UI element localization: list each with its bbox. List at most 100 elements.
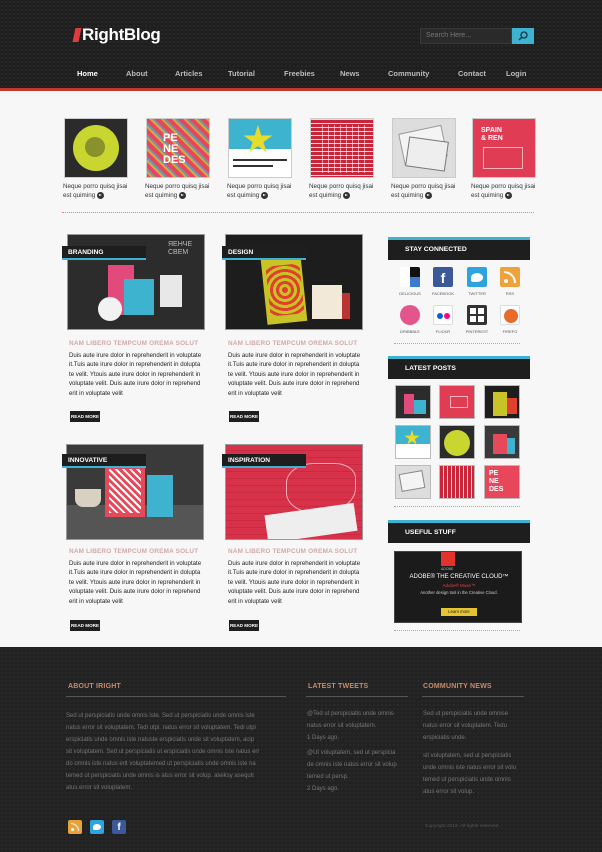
logo[interactable]: RightBlog [72, 24, 161, 46]
section-divider [62, 212, 534, 214]
pinterest-icon[interactable] [467, 305, 487, 325]
footer-about-text: Sed ut perspiciatis unde omnis iste. Sed… [66, 713, 260, 791]
sidebar-divider [394, 506, 520, 507]
adobe-logo: ADOBE [441, 567, 454, 571]
post-excerpt: Duis aute irure dolor in reprehenderit i… [69, 560, 202, 605]
latest-post-thumb[interactable] [484, 385, 520, 419]
search-button[interactable] [512, 28, 534, 44]
nav-contact[interactable]: Contact [458, 69, 486, 78]
rss-icon[interactable] [500, 267, 520, 287]
logo-text: RightBlog [82, 25, 161, 44]
featured-thumb[interactable]: PE NE DES [146, 118, 210, 178]
latest-post-thumb[interactable] [395, 465, 431, 499]
read-more-button[interactable]: READ MORE [229, 411, 259, 422]
footer-divider [422, 696, 524, 697]
social-label: TWITTER [468, 291, 486, 296]
post-category-label: BRANDING [62, 246, 146, 260]
community-news-item: sit voluptatem, sed ut perspiciatis unde… [423, 753, 517, 795]
dribbble-icon[interactable] [400, 305, 420, 325]
sidebar-divider [394, 630, 520, 631]
post-excerpt: Duis aute irure dolor in reprehenderit i… [228, 560, 361, 605]
post-category-label: INSPIRATION [222, 454, 306, 468]
arrow-icon[interactable] [179, 191, 187, 199]
post-title[interactable]: NAM LIBERO TEMPCUM OREMA SOLUT [69, 340, 198, 347]
featured-thumb[interactable] [228, 118, 292, 178]
footer-divider [306, 696, 408, 697]
social-label: PINTEREST [465, 329, 489, 334]
post-category-label: INNOVATIVE [62, 454, 146, 468]
latest-post-thumb[interactable] [395, 385, 431, 419]
learn-more-button[interactable]: Learn more [441, 608, 477, 616]
twitter-icon[interactable] [467, 267, 487, 287]
social-label: FLICKR [435, 329, 451, 334]
search-icon [518, 31, 528, 41]
featured-caption[interactable]: Neque porro quisq jisai est quiming [63, 182, 133, 200]
main-nav: Home About Articles Tutorial Freebies Ne… [62, 69, 542, 85]
nav-about[interactable]: About [126, 69, 148, 78]
arrow-icon[interactable] [261, 191, 269, 199]
site-header: RightBlog Search Here... Home About Arti… [0, 0, 602, 91]
social-label: RSS [505, 291, 515, 296]
tweet-item: @Ut voluptatem, sed ut perspicia de omni… [307, 750, 397, 792]
flickr-icon[interactable] [433, 305, 453, 325]
post-title[interactable]: NAM LIBERO TEMPCUM OREMA SOLUT [228, 340, 357, 347]
latest-post-thumb[interactable] [484, 425, 520, 459]
featured-caption[interactable]: Neque porro quisq jisai est quiming [145, 182, 215, 200]
arrow-icon[interactable] [343, 191, 351, 199]
post-excerpt: Duis aute irure dolor in reprehenderit i… [69, 352, 202, 397]
nav-community[interactable]: Community [388, 69, 429, 78]
latest-post-thumb[interactable] [439, 425, 475, 459]
social-label: DRIBBBLE [400, 329, 420, 334]
featured-caption[interactable]: Neque porro quisq jisai est quiming [471, 182, 541, 200]
nav-articles[interactable]: Articles [175, 69, 203, 78]
featured-caption[interactable]: Neque porro quisq jisai est quiming [391, 182, 461, 200]
latest-post-thumb[interactable] [439, 465, 475, 499]
post-excerpt: Duis aute irure dolor in reprehenderit i… [228, 352, 361, 397]
nav-freebies[interactable]: Freebies [284, 69, 315, 78]
featured-thumb[interactable]: SPAIN & REN [472, 118, 536, 178]
twitter-icon[interactable] [90, 820, 104, 834]
community-news-item: Sed ut perspiciatis unde omnise natus er… [423, 711, 509, 741]
post-title[interactable]: NAM LIBERO TEMPCUM OREMA SOLUT [228, 548, 357, 555]
post-title[interactable]: NAM LIBERO TEMPCUM OREMA SOLUT [69, 548, 198, 555]
featured-caption[interactable]: Neque porro quisq jisai est quiming [227, 182, 297, 200]
post-category-label: DESIGN [222, 246, 306, 260]
read-more-button[interactable]: READ MORE [229, 620, 259, 631]
copyright-text: Copyright 2012. All rights reserved. [425, 824, 500, 829]
sidebar-divider [394, 343, 520, 344]
footer-about-heading: ABOUT IRIGHT [68, 683, 121, 690]
featured-thumb[interactable] [64, 118, 128, 178]
latest-post-thumb[interactable]: PE NE DES [484, 465, 520, 499]
nav-login[interactable]: Login [506, 69, 526, 78]
footer-tweets-heading: LATEST TWEETS [308, 683, 369, 690]
stay-connected-heading: STAY CONNECTED [388, 237, 530, 260]
arrow-icon[interactable] [97, 191, 105, 199]
featured-thumb[interactable] [310, 118, 374, 178]
latest-post-thumb[interactable] [395, 425, 431, 459]
nav-tutorial[interactable]: Tutorial [228, 69, 255, 78]
useful-stuff-heading: USEFUL STUFF [388, 520, 530, 543]
read-more-button[interactable]: READ MORE [70, 620, 100, 631]
arrow-icon[interactable] [425, 191, 433, 199]
social-label: DELICIOUS [399, 291, 421, 296]
firefox-icon[interactable] [500, 305, 520, 325]
nav-news[interactable]: News [340, 69, 360, 78]
facebook-icon[interactable]: f [112, 820, 126, 834]
read-more-button[interactable]: READ MORE [70, 411, 100, 422]
social-label: FIREFO [502, 329, 518, 334]
featured-thumb[interactable] [392, 118, 456, 178]
adobe-ad-banner[interactable]: ADOBE ADOBE® THE CREATIVE CLOUD™ Adobe® … [394, 551, 522, 623]
social-label: FACEBOOK [431, 291, 454, 296]
arrow-icon[interactable] [505, 191, 513, 199]
facebook-icon[interactable]: f [433, 267, 453, 287]
delicious-icon[interactable] [400, 267, 420, 287]
logo-mark [72, 28, 82, 42]
search-input[interactable]: Search Here... [420, 28, 512, 44]
footer-divider [66, 696, 286, 697]
nav-home[interactable]: Home [77, 69, 98, 78]
featured-caption[interactable]: Neque porro quisq jisai est quiming [309, 182, 379, 200]
rss-icon[interactable] [68, 820, 82, 834]
latest-posts-heading: LATEST POSTS [388, 356, 530, 379]
footer-community-heading: COMMUNITY NEWS [423, 683, 492, 690]
latest-post-thumb[interactable] [439, 385, 475, 419]
